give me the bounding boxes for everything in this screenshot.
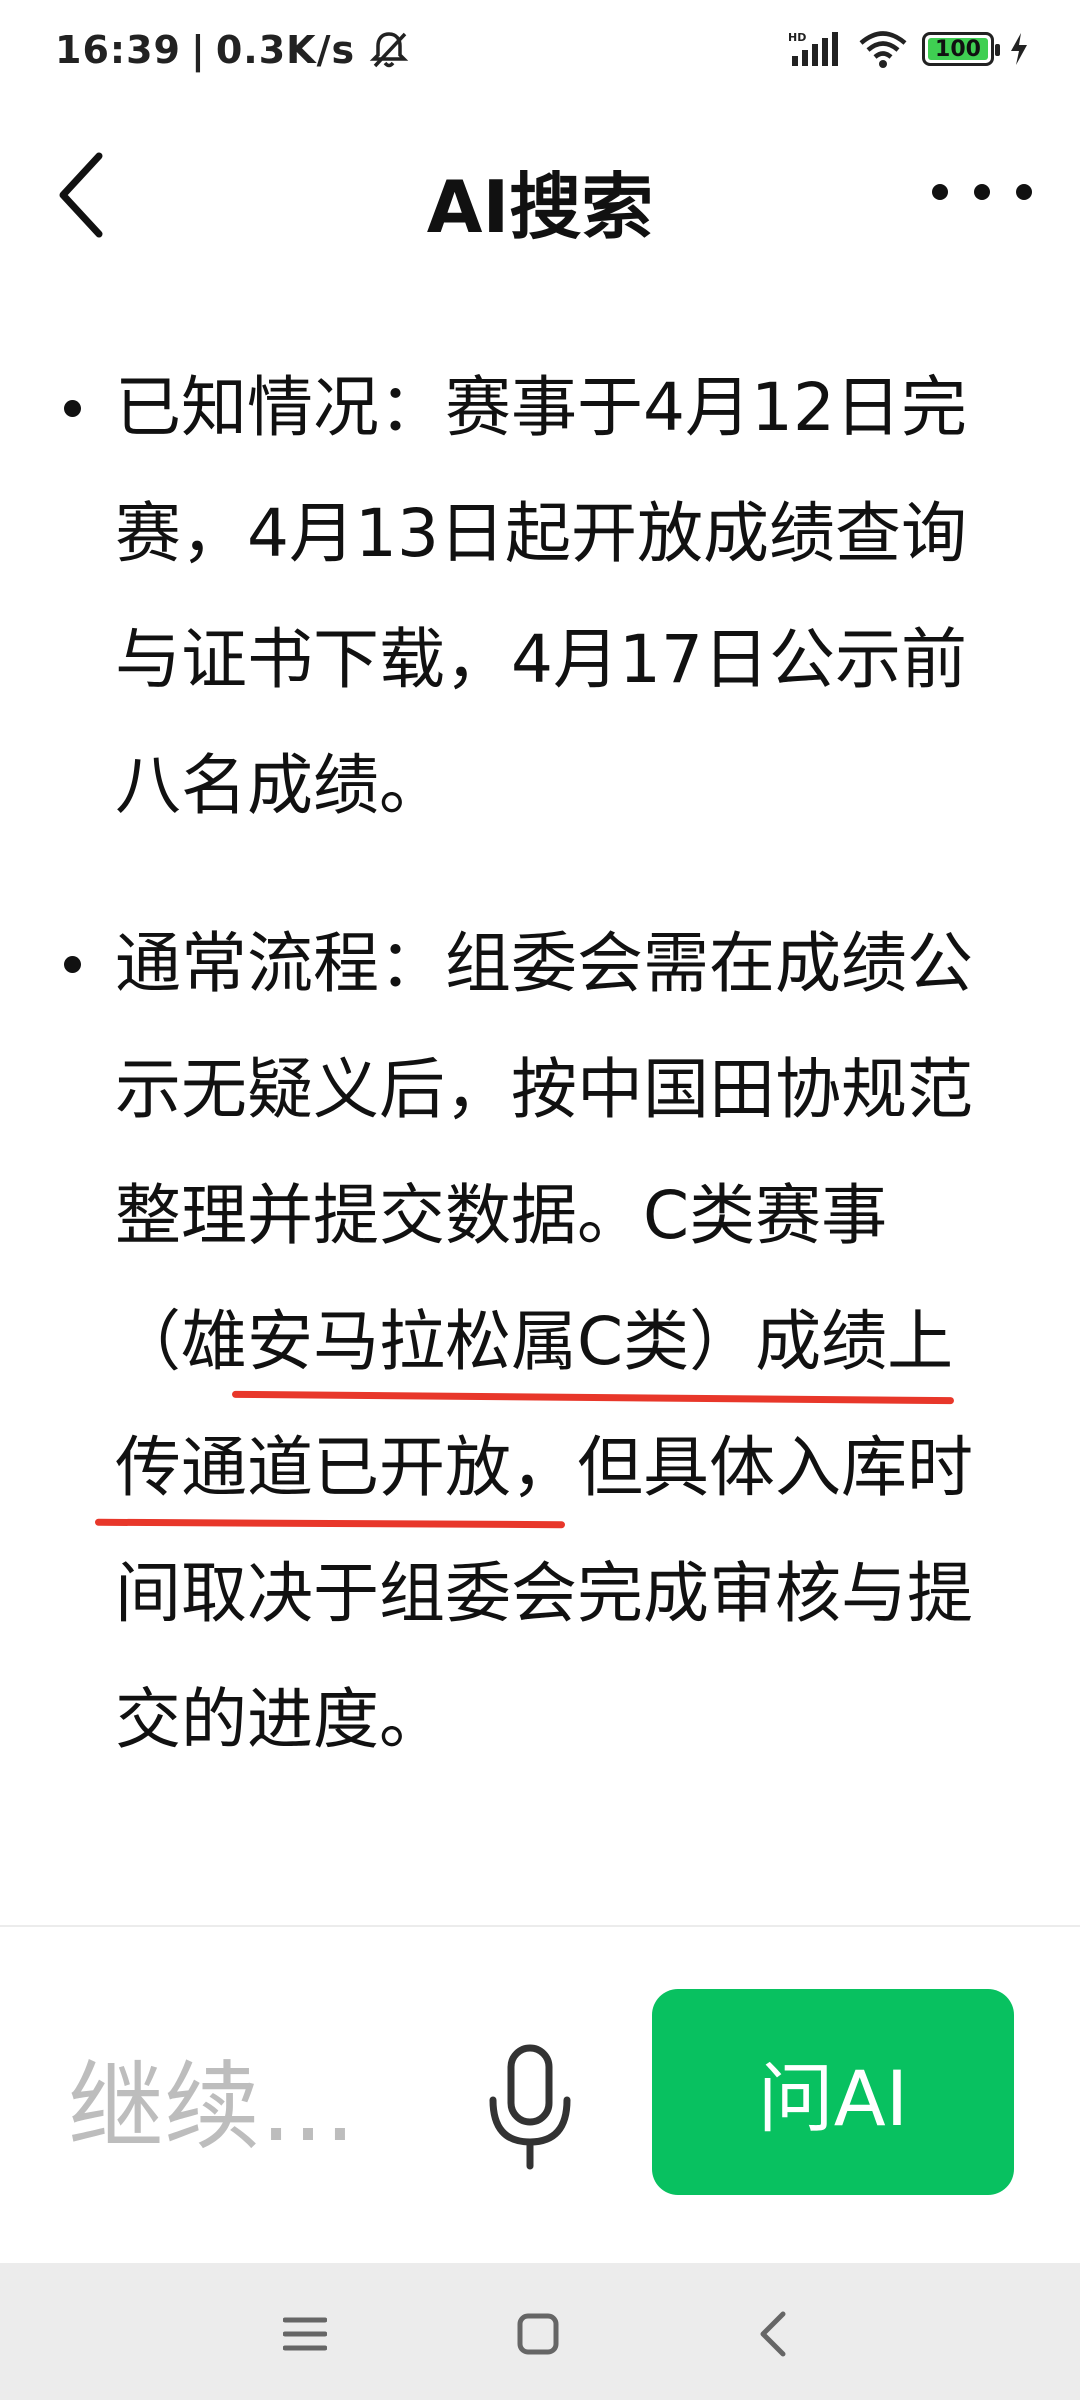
page-title: AI搜索 xyxy=(426,165,654,249)
microphone-icon xyxy=(489,2044,571,2170)
list-item-text: 通常流程：组委会需在成绩公示无疑义后，按中国田协规范整理并提交数据。C类赛事（雄… xyxy=(115,925,973,1758)
voice-button[interactable] xyxy=(470,2032,590,2182)
continue-input[interactable] xyxy=(68,2037,398,2177)
svg-text:HD: HD xyxy=(788,31,806,44)
status-right: HD 100 xyxy=(788,30,1030,68)
bullet-dot xyxy=(64,956,81,973)
more-button[interactable] xyxy=(932,162,1032,222)
charging-icon xyxy=(1011,33,1027,65)
more-dot xyxy=(932,184,948,200)
status-net-speed: 0.3K/s xyxy=(215,28,356,72)
status-time: 16:39 xyxy=(55,28,181,72)
battery-icon: 100 xyxy=(922,32,1000,66)
battery-level: 100 xyxy=(935,36,981,62)
answer-content: 已知情况：赛事于4月12日完赛，4月13日起开放成绩查询与证书下载，4月17日公… xyxy=(0,345,1080,1783)
nav-back-button[interactable] xyxy=(737,2299,807,2369)
home-icon xyxy=(517,2313,559,2355)
list-item: 通常流程：组委会需在成绩公示无疑义后，按中国田协规范整理并提交数据。C类赛事（雄… xyxy=(0,901,1080,1783)
menu-icon xyxy=(283,2317,327,2351)
status-separator: | xyxy=(190,28,206,72)
app-bar: AI搜索 xyxy=(0,110,1080,275)
ask-ai-button[interactable]: 问AI xyxy=(652,1989,1014,2195)
more-dot xyxy=(1016,184,1032,200)
wifi-icon xyxy=(859,31,907,68)
bullet-dot xyxy=(64,400,81,417)
list-item-text: 已知情况：赛事于4月12日完赛，4月13日起开放成绩查询与证书下载，4月17日公… xyxy=(115,369,967,824)
input-bar: 问AI xyxy=(0,1927,1080,2263)
nav-home-button[interactable] xyxy=(503,2299,573,2369)
hd-signal-icon: HD xyxy=(788,31,838,66)
status-bar: 16:39 | 0.3K/s HD 100 xyxy=(0,0,1080,110)
list-item: 已知情况：赛事于4月12日完赛，4月13日起开放成绩查询与证书下载，4月17日公… xyxy=(0,345,1080,849)
system-nav-bar xyxy=(0,2263,1080,2400)
status-left: 16:39 | 0.3K/s xyxy=(55,28,411,72)
mute-icon xyxy=(369,32,409,68)
more-dot xyxy=(974,184,990,200)
nav-menu-button[interactable] xyxy=(270,2299,340,2369)
back-icon xyxy=(760,2311,786,2357)
